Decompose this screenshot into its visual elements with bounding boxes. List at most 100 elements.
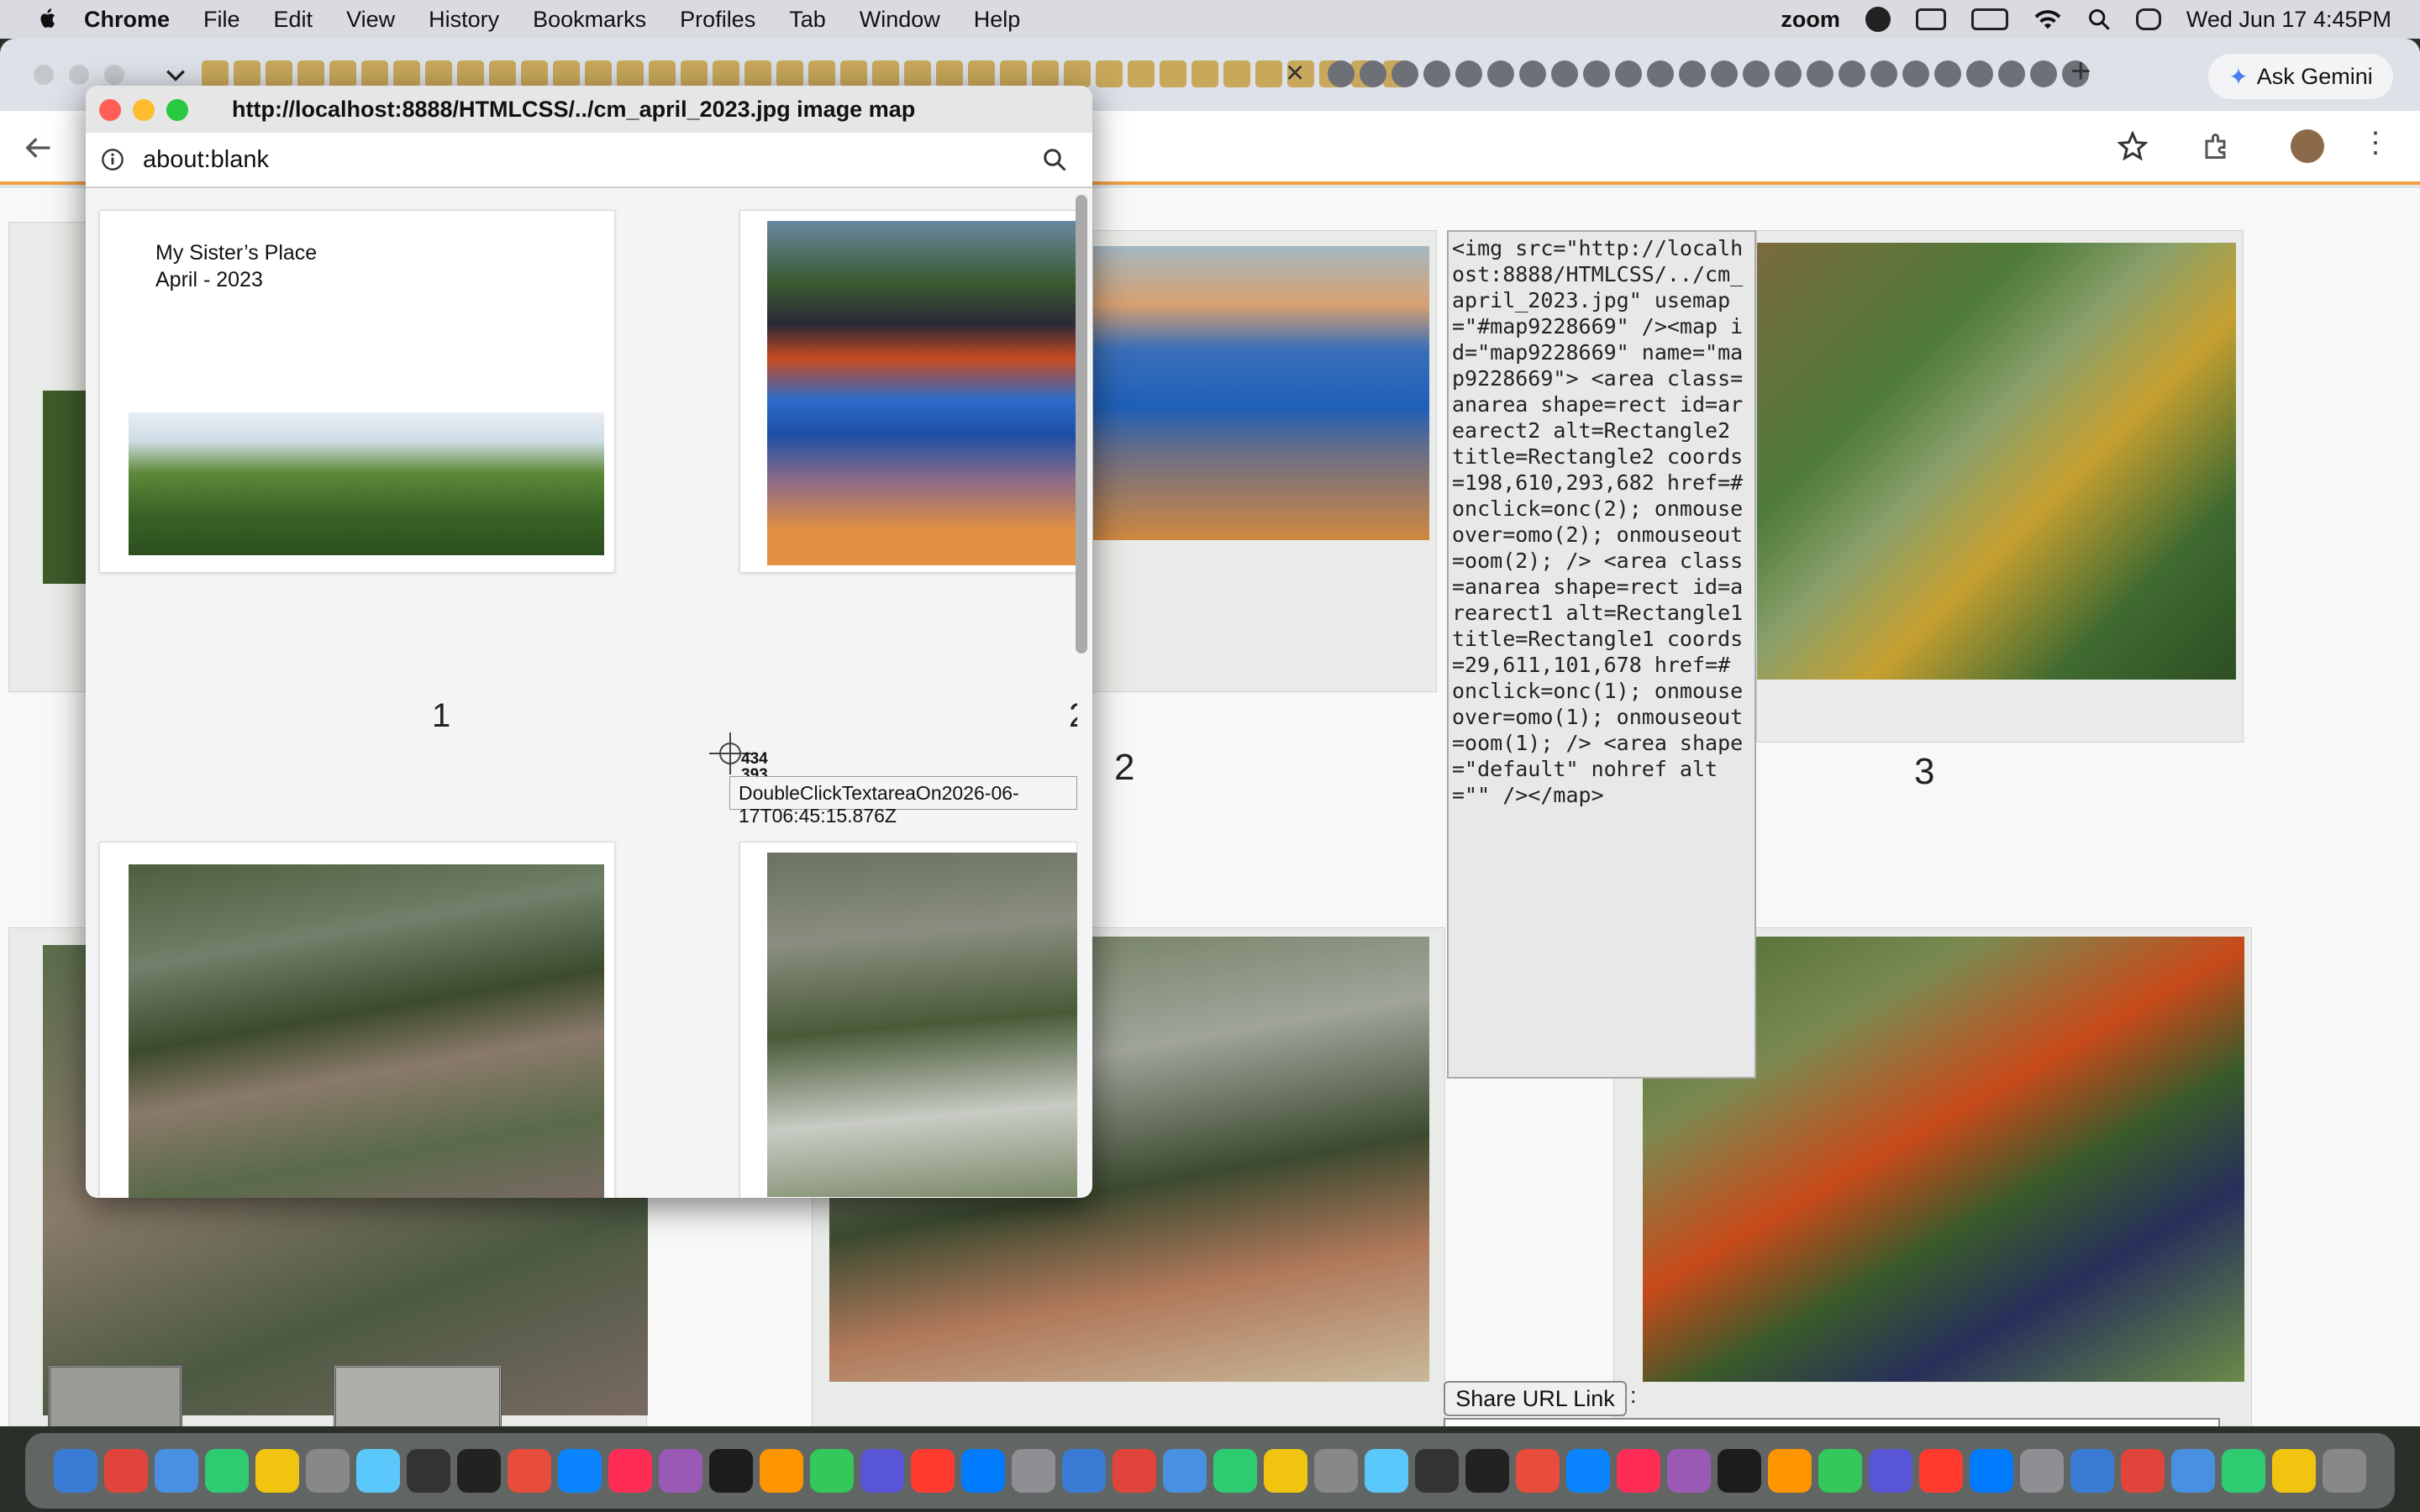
pinned-tab-favicon[interactable] <box>553 60 580 87</box>
pinned-tab-favicon[interactable] <box>1775 60 1802 87</box>
control-center-icon[interactable] <box>2135 8 2161 30</box>
dock-app-icon[interactable] <box>54 1449 97 1493</box>
pinned-tab-favicon[interactable] <box>904 60 931 87</box>
dock-app-icon[interactable] <box>810 1449 854 1493</box>
dock-app-icon[interactable] <box>1012 1449 1055 1493</box>
zoom-magnifier-icon[interactable] <box>1042 147 1067 172</box>
share-url-link-button[interactable]: Share URL Link <box>1444 1381 1627 1416</box>
dock-app-icon[interactable] <box>1768 1449 1812 1493</box>
pinned-tab-favicon[interactable] <box>1647 60 1674 87</box>
pinned-tab-favicon[interactable] <box>361 60 388 87</box>
pinned-tab-favicon[interactable] <box>681 60 708 87</box>
background-page-thumbnail-3[interactable] <box>1756 230 2244 743</box>
pinned-tab-favicon[interactable] <box>1032 60 1059 87</box>
dock-app-icon[interactable] <box>1869 1449 1912 1493</box>
pinned-tab-favicon[interactable] <box>1064 60 1091 87</box>
selected-area-rect2[interactable] <box>334 1365 502 1426</box>
chrome-menu-kebab-icon[interactable]: ⋮ <box>2361 126 2390 160</box>
dock-app-icon[interactable] <box>961 1449 1005 1493</box>
pinned-tab-favicon[interactable] <box>1519 60 1546 87</box>
pinned-tab-favicon[interactable] <box>1839 60 1865 87</box>
display-icon[interactable] <box>1915 8 1946 30</box>
pinned-tab-favicon[interactable] <box>808 60 835 87</box>
dock-app-icon[interactable] <box>1617 1449 1660 1493</box>
page-2-card[interactable] <box>739 210 1077 573</box>
dock-app-icon[interactable] <box>659 1449 702 1493</box>
apple-icon[interactable] <box>34 5 62 34</box>
dock-app-icon[interactable] <box>911 1449 955 1493</box>
pinned-tab-favicon[interactable] <box>585 60 612 87</box>
dock-app-icon[interactable] <box>2171 1449 2215 1493</box>
popup-maximize-button[interactable] <box>166 99 188 121</box>
dock-app-icon[interactable] <box>1365 1449 1408 1493</box>
pinned-tab-favicon[interactable] <box>1423 60 1450 87</box>
pinned-tab-favicon[interactable] <box>1223 60 1250 87</box>
pinned-tab-favicon[interactable] <box>1392 60 1418 87</box>
pinned-tab-favicon[interactable] <box>329 60 356 87</box>
dock-app-icon[interactable] <box>2070 1449 2114 1493</box>
menu-profiles[interactable]: Profiles <box>680 7 755 33</box>
page-4-card[interactable] <box>99 842 615 1198</box>
pinned-tab-favicon[interactable] <box>1255 60 1282 87</box>
menu-file[interactable]: File <box>203 7 240 33</box>
pinned-tab-favicon[interactable] <box>649 60 676 87</box>
popup-minimize-button[interactable] <box>133 99 155 121</box>
menu-view[interactable]: View <box>346 7 395 33</box>
window-minimize-button[interactable] <box>69 65 89 85</box>
tab-search-chevron-icon[interactable] <box>165 66 187 84</box>
pinned-tab-favicon[interactable] <box>1934 60 1961 87</box>
dock-app-icon[interactable] <box>104 1449 148 1493</box>
share-url-input[interactable]: http://localhost:8888/canvas.webp <box>1444 1418 2220 1426</box>
wifi-icon[interactable] <box>2033 8 2062 31</box>
popup-url[interactable]: about:blank <box>143 146 1042 174</box>
pinned-tab-favicon[interactable] <box>617 60 644 87</box>
dock-app-icon[interactable] <box>1415 1449 1459 1493</box>
window-zoom-button[interactable] <box>104 65 124 85</box>
pinned-tab-favicon[interactable] <box>425 60 452 87</box>
site-info-icon[interactable] <box>101 148 124 171</box>
dock-app-icon[interactable] <box>1314 1449 1358 1493</box>
dock-app-icon[interactable] <box>1718 1449 1761 1493</box>
pinned-tab-favicon[interactable] <box>1583 60 1610 87</box>
dock-app-icon[interactable] <box>1163 1449 1207 1493</box>
dock-app-icon[interactable] <box>2222 1449 2265 1493</box>
pinned-tab-favicon[interactable] <box>1711 60 1738 87</box>
pinned-tab-favicon[interactable] <box>489 60 516 87</box>
dock-app-icon[interactable] <box>2272 1449 2316 1493</box>
pinned-tab-favicon[interactable] <box>457 60 484 87</box>
selected-area-rect1[interactable] <box>48 1365 182 1426</box>
pinned-tab-favicon[interactable] <box>1966 60 1993 87</box>
dock-app-icon[interactable] <box>1465 1449 1509 1493</box>
pinned-tab-favicon[interactable] <box>1360 60 1386 87</box>
menubar-datetime[interactable]: Wed Jun 17 4:45PM <box>2186 7 2391 33</box>
dock-app-icon[interactable] <box>1970 1449 2013 1493</box>
back-arrow-icon[interactable] <box>25 136 52 160</box>
menu-bookmarks[interactable]: Bookmarks <box>533 7 646 33</box>
dock-app-icon[interactable] <box>2020 1449 2064 1493</box>
dock-app-icon[interactable] <box>1264 1449 1307 1493</box>
active-tab-close-icon[interactable]: × <box>1286 55 1304 92</box>
pinned-tab-favicon[interactable] <box>266 60 292 87</box>
dock-app-icon[interactable] <box>709 1449 753 1493</box>
dock-app-icon[interactable] <box>306 1449 350 1493</box>
pinned-tab-favicon[interactable] <box>1615 60 1642 87</box>
dock-app-icon[interactable] <box>2121 1449 2165 1493</box>
dock-app-icon[interactable] <box>1113 1449 1156 1493</box>
pinned-tab-favicon[interactable] <box>840 60 867 87</box>
ask-gemini-button[interactable]: ✦ Ask Gemini <box>2208 54 2393 99</box>
menu-help[interactable]: Help <box>974 7 1021 33</box>
dock-app-icon[interactable] <box>356 1449 400 1493</box>
pinned-tab-favicon[interactable] <box>872 60 899 87</box>
pinned-tab-favicon[interactable] <box>713 60 739 87</box>
popup-close-button[interactable] <box>99 99 121 121</box>
battery-icon[interactable] <box>1970 8 2008 30</box>
dock-app-icon[interactable] <box>1818 1449 1862 1493</box>
pinned-tab-favicon[interactable] <box>1743 60 1770 87</box>
extension-icon[interactable] <box>1865 7 1891 32</box>
profile-avatar[interactable] <box>2291 129 2324 163</box>
pinned-tab-favicon[interactable] <box>1000 60 1027 87</box>
dock-app-icon[interactable] <box>255 1449 299 1493</box>
dock-app-icon[interactable] <box>1667 1449 1711 1493</box>
dock-app-icon[interactable] <box>860 1449 904 1493</box>
pinned-tab-favicon[interactable] <box>776 60 803 87</box>
